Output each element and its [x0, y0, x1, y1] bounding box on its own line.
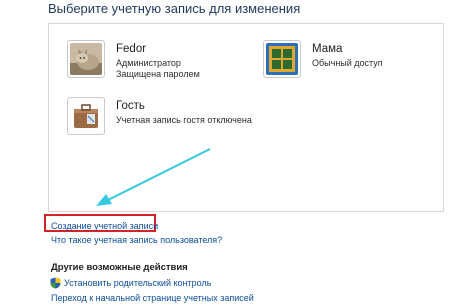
account-name: Мама	[312, 43, 343, 55]
accounts-home-link[interactable]: Переход к начальной странице учетных зап…	[51, 293, 254, 303]
account-type: Учетная запись гостя отключена	[116, 115, 252, 125]
account-type: Администратор	[116, 58, 181, 68]
account-name: Fedor	[116, 43, 147, 55]
account-name: Гость	[116, 100, 145, 112]
parental-control-link[interactable]: Установить родительский контроль	[64, 278, 211, 288]
account-guest[interactable]: Гость Учетная запись гостя отключена	[67, 97, 267, 137]
page-title: Выберите учетную запись для изменения	[48, 1, 301, 16]
account-fedor[interactable]: Fedor Администратор Защищена паролем	[67, 40, 247, 80]
account-type: Обычный доступ	[312, 58, 383, 68]
what-is-account-link[interactable]: Что такое учетная запись пользователя?	[51, 235, 222, 245]
guest-briefcase-icon	[67, 97, 105, 135]
accounts-panel: Fedor Администратор Защищена паролем Мам…	[48, 23, 444, 212]
account-mama[interactable]: Мама Обычный доступ	[263, 40, 433, 80]
shield-icon	[50, 277, 61, 289]
create-account-link[interactable]: Создание учетной записи	[51, 221, 158, 231]
other-actions-heading: Другие возможные действия	[51, 262, 188, 273]
account-status: Защищена паролем	[116, 69, 200, 79]
cat-avatar-icon	[67, 40, 105, 78]
window-avatar-icon	[263, 40, 301, 78]
